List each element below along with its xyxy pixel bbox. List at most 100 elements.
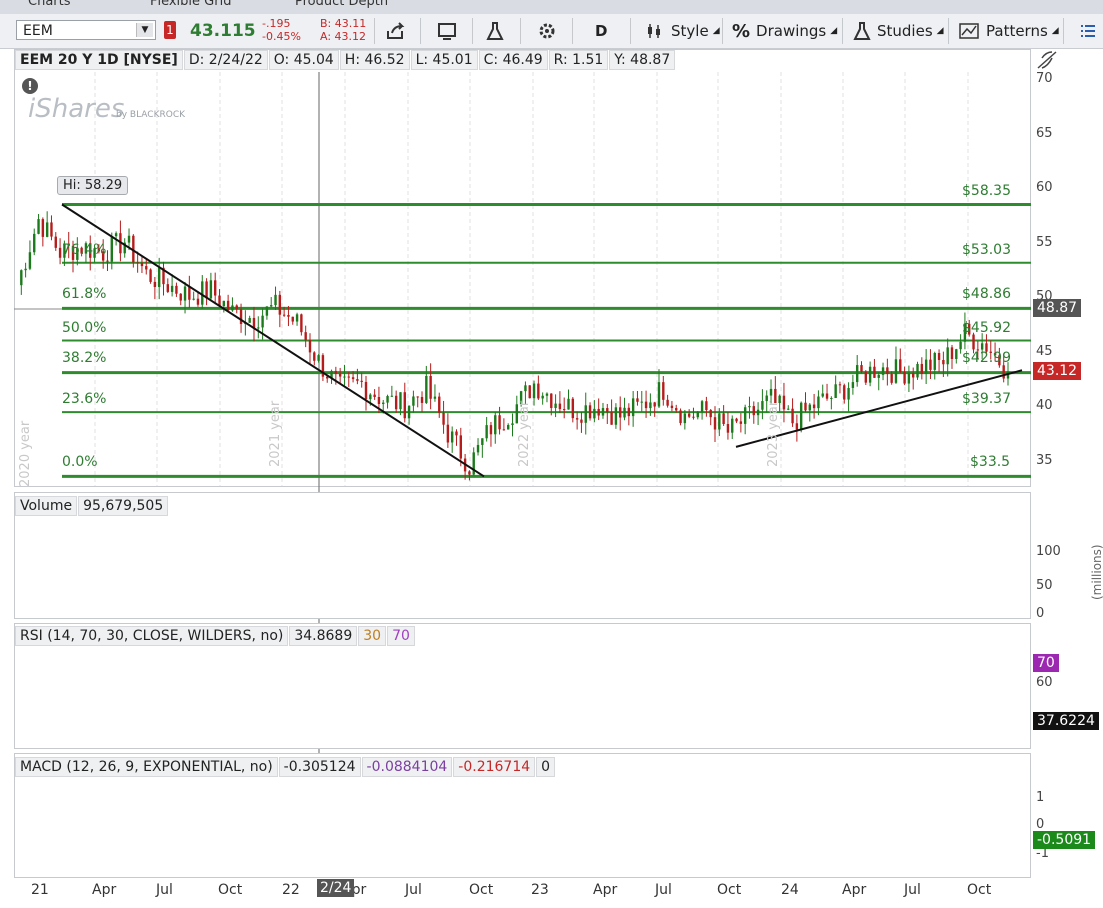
- tab-charts[interactable]: Charts: [28, 0, 71, 9]
- price-axis-70: 70: [1036, 71, 1053, 86]
- ohlc-open: O: 45.04: [268, 50, 339, 70]
- year-label-2022: 2022 year: [517, 400, 532, 467]
- x-axis-label: Apr: [92, 882, 117, 898]
- pattern-icon: [959, 23, 979, 39]
- macd-avg: -0.0884104: [361, 757, 453, 777]
- x-axis-label: Jul: [904, 882, 921, 898]
- share-icon[interactable]: [385, 14, 407, 48]
- price-change: -.195 -0.45%: [262, 17, 301, 43]
- macd-diff: -0.216714: [453, 757, 536, 777]
- x-axis-label: Oct: [218, 882, 243, 898]
- fib-pct-50: 50.0%: [62, 320, 107, 336]
- macd-value: -0.305124: [278, 757, 361, 777]
- last-price: 43.115: [190, 21, 256, 41]
- fib-price-53: $53.03: [962, 242, 1011, 258]
- fib-price-48: $48.86: [962, 286, 1011, 302]
- gear-icon[interactable]: [537, 14, 557, 48]
- aggregation-button[interactable]: D: [595, 14, 607, 48]
- patterns-button[interactable]: Patterns ◢: [958, 14, 1059, 48]
- macd-current-tag: -0.5091: [1033, 831, 1096, 849]
- alert-count-badge[interactable]: 1: [164, 21, 176, 39]
- rsi-header: RSI (14, 70, 30, CLOSE, WILDERS, no) 34.…: [15, 626, 416, 646]
- alert-icon[interactable]: !: [22, 78, 38, 94]
- style-button[interactable]: Style ◢: [645, 14, 720, 48]
- fib-price-58: $58.35: [962, 183, 1011, 199]
- chevron-down-icon[interactable]: ▼: [136, 23, 153, 37]
- rsi-current-tag: 37.6224: [1033, 712, 1099, 730]
- rsi-70-tag: 70: [1033, 654, 1059, 672]
- x-axis-label: Oct: [717, 882, 742, 898]
- fib-pct-76: 76.4%: [62, 242, 107, 258]
- volume-value: 95,679,505: [78, 496, 169, 516]
- macd-zero: 0: [536, 757, 556, 777]
- year-label-2023: 2023 year: [766, 400, 781, 467]
- macd-axis-1: 1: [1036, 790, 1045, 805]
- crosshair-date-tag: 2/24: [317, 879, 355, 897]
- fib-price-33: $33.5: [970, 454, 1011, 470]
- macd-label: MACD (12, 26, 9, EXPONENTIAL, no): [15, 757, 278, 777]
- x-axis-label: Apr: [593, 882, 618, 898]
- price-axis-40: 40: [1036, 398, 1053, 413]
- ohlc-y: Y: 48.87: [609, 50, 676, 70]
- flask-icon: [853, 22, 871, 40]
- style-label: Style: [671, 22, 709, 40]
- flask-icon[interactable]: [486, 14, 504, 48]
- chart-toolbar: EEM ▼ 1 43.115 -.195 -0.45% B: 43.11 A: 43.…: [0, 14, 1103, 49]
- rsi-label: RSI (14, 70, 30, CLOSE, WILDERS, no): [15, 626, 289, 646]
- price-axis-65: 65: [1036, 126, 1053, 141]
- bid-value: B: 43.11: [320, 17, 367, 30]
- chart-title: EEM 20 Y 1D [NYSE]: [15, 50, 183, 70]
- fib-price-42: $42.99: [962, 350, 1011, 366]
- symbol-text: EEM: [23, 23, 53, 39]
- ohlc-date: D: 2/24/22: [183, 50, 268, 70]
- volume-axis-0: 0: [1036, 606, 1045, 621]
- price-info-bar: EEM 20 Y 1D [NYSE] D: 2/24/22 O: 45.04 H…: [15, 50, 676, 70]
- x-axis-label: Jul: [655, 882, 672, 898]
- volume-label: Volume: [15, 496, 78, 516]
- x-axis-label: Oct: [469, 882, 494, 898]
- x-axis-label: Jul: [405, 882, 422, 898]
- fib-pct-61: 61.8%: [62, 286, 107, 302]
- ohlc-close: C: 46.49: [478, 50, 548, 70]
- watermark-sub: by BLACKROCK: [116, 110, 186, 120]
- volume-axis-50: 50: [1036, 578, 1053, 593]
- ohlc-range: R: 1.51: [548, 50, 609, 70]
- percent-icon: %: [732, 20, 751, 42]
- chart-settings-icon[interactable]: [437, 14, 459, 48]
- x-axis-label: 23: [531, 882, 549, 898]
- x-axis-label: 21: [31, 882, 49, 898]
- year-label-2021: 2021 year: [268, 400, 283, 467]
- ohlc-high: H: 46.52: [339, 50, 410, 70]
- studies-button[interactable]: Studies ◢: [853, 14, 944, 48]
- volume-axis-100: 100: [1036, 544, 1061, 559]
- fib-pct-0: 0.0%: [62, 454, 98, 470]
- fib-pct-38: 38.2%: [62, 350, 107, 366]
- rsi-overbought: 70: [387, 626, 415, 646]
- fib-price-45: $45.92: [962, 320, 1011, 336]
- tab-product-depth[interactable]: Product Depth: [295, 0, 388, 9]
- last-price-tag: 43.12: [1033, 362, 1082, 380]
- watermark-logo: iShares: [28, 94, 125, 124]
- x-axis-label: Apr: [842, 882, 867, 898]
- macd-header: MACD (12, 26, 9, EXPONENTIAL, no) -0.305…: [15, 757, 556, 777]
- tab-flexible-grid[interactable]: Flexible Grid: [150, 0, 231, 9]
- price-axis-55: 55: [1036, 235, 1053, 250]
- volume-header: Volume 95,679,505: [15, 496, 169, 516]
- fib-pct-23: 23.6%: [62, 391, 107, 407]
- studies-label: Studies: [877, 22, 933, 40]
- drawings-button[interactable]: % Drawings ◢: [732, 14, 837, 48]
- symbol-input[interactable]: EEM ▼: [16, 20, 156, 40]
- ask-value: A: 43.12: [320, 30, 367, 43]
- crosshair-price-tag: 48.87: [1033, 299, 1082, 317]
- x-axis-label: 22: [282, 882, 300, 898]
- x-axis-label: 24: [781, 882, 799, 898]
- x-axis-label: Jul: [156, 882, 173, 898]
- x-axis-label: Oct: [967, 882, 992, 898]
- candle-icon: [648, 24, 660, 38]
- menu-list-icon[interactable]: [1080, 14, 1096, 48]
- rsi-axis-60: 60: [1036, 675, 1053, 690]
- price-axis-45: 45: [1036, 344, 1053, 359]
- drawings-label: Drawings: [756, 22, 827, 40]
- rsi-oversold: 30: [358, 626, 387, 646]
- rsi-value: 34.8689: [289, 626, 358, 646]
